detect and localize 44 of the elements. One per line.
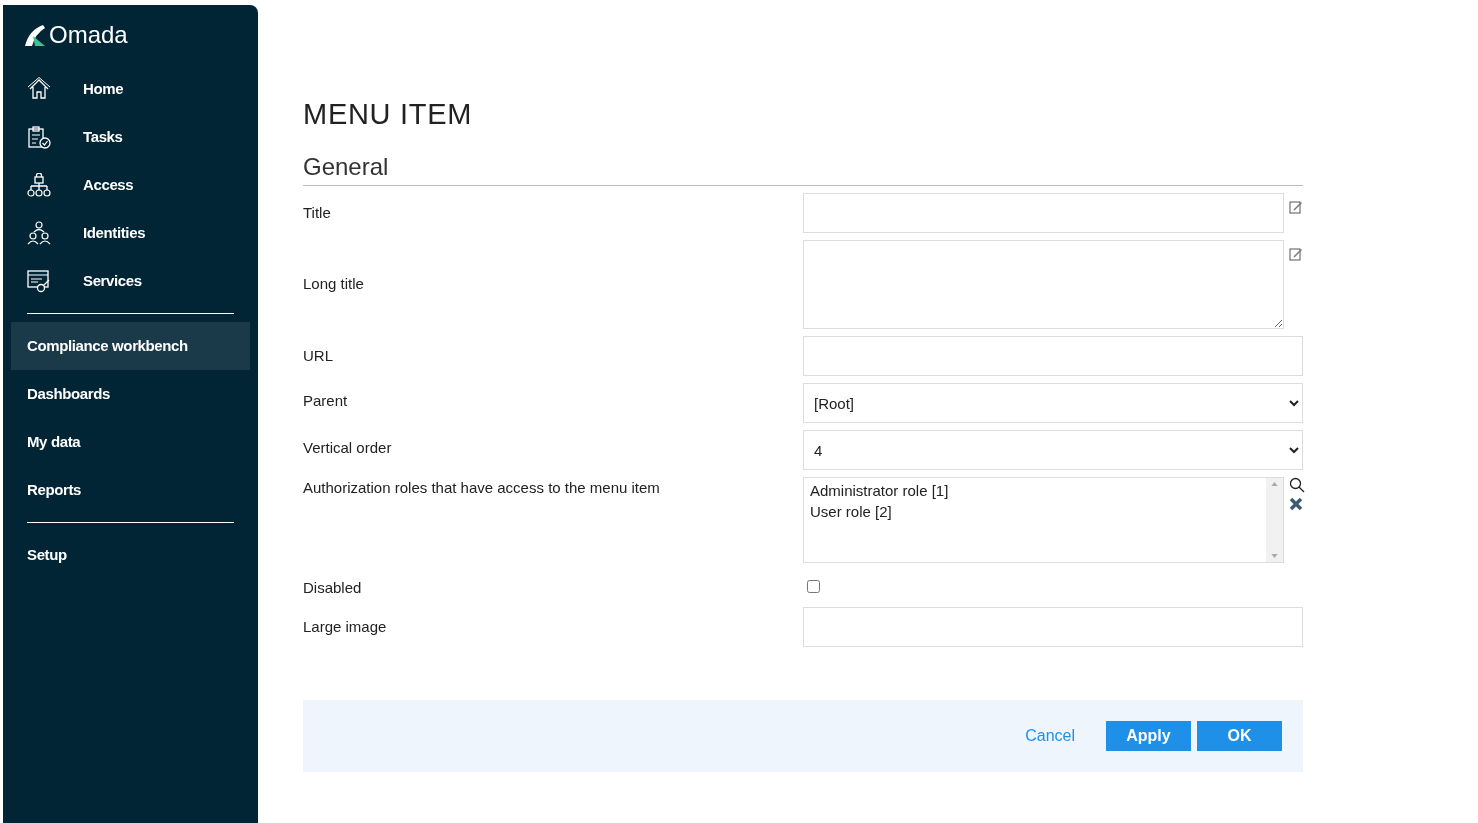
nav-item[interactable]: Tasks [11, 113, 250, 161]
nav-item[interactable]: Access [11, 161, 250, 209]
field-label: Parent [303, 391, 349, 411]
home-icon [27, 77, 51, 101]
nav-item[interactable]: Dashboards [11, 370, 250, 418]
clear-icon[interactable] [1289, 497, 1303, 511]
text-field[interactable] [803, 606, 1303, 647]
text-area[interactable] [803, 240, 1284, 329]
scroll-down-icon[interactable] [1271, 554, 1278, 558]
dropdown[interactable]: 4 [803, 430, 1303, 470]
list-item[interactable]: Administrator role [1] [810, 480, 1260, 501]
edit-icon[interactable] [1289, 247, 1303, 261]
edit-icon[interactable] [1289, 200, 1303, 214]
logo-icon [23, 24, 47, 46]
clipboard-check-icon [27, 125, 51, 149]
dropdown[interactable]: [Root] [803, 383, 1303, 423]
scrollbar[interactable] [1266, 478, 1283, 562]
text-field[interactable] [803, 193, 1284, 233]
nav-item[interactable]: Compliance workbench [11, 322, 250, 370]
logo-text: Omada [49, 23, 128, 47]
nav-item[interactable]: Setup [11, 531, 250, 579]
nav-item[interactable]: My data [11, 418, 250, 466]
section-heading: General [303, 155, 1303, 186]
nav-item[interactable]: Reports [11, 466, 250, 514]
lock-hierarchy-icon [27, 173, 51, 197]
search-icon[interactable] [1289, 477, 1305, 493]
checkbox[interactable] [807, 580, 820, 593]
field-label: URL [303, 346, 334, 366]
text-field[interactable] [803, 336, 1303, 376]
scroll-up-icon[interactable] [1271, 482, 1278, 486]
nav-item[interactable]: Home [11, 65, 250, 113]
field-label: Authorization roles that have access to the menu item [303, 478, 661, 498]
field-label: Long title [303, 274, 365, 295]
field-label: Large image [303, 616, 388, 637]
page-title: MENU ITEM [303, 100, 474, 129]
list-item[interactable]: User role [2] [810, 501, 1260, 522]
list-box[interactable]: Administrator role [1] User role [2] [803, 477, 1284, 563]
field-label: Vertical order [303, 438, 393, 458]
nav-item[interactable]: Identities [11, 209, 250, 257]
field-label: Disabled [303, 578, 363, 598]
browser-key-icon [27, 269, 51, 293]
nav-item[interactable]: Services [11, 257, 250, 305]
people-group-icon [27, 221, 51, 245]
field-label: Title [303, 203, 332, 223]
